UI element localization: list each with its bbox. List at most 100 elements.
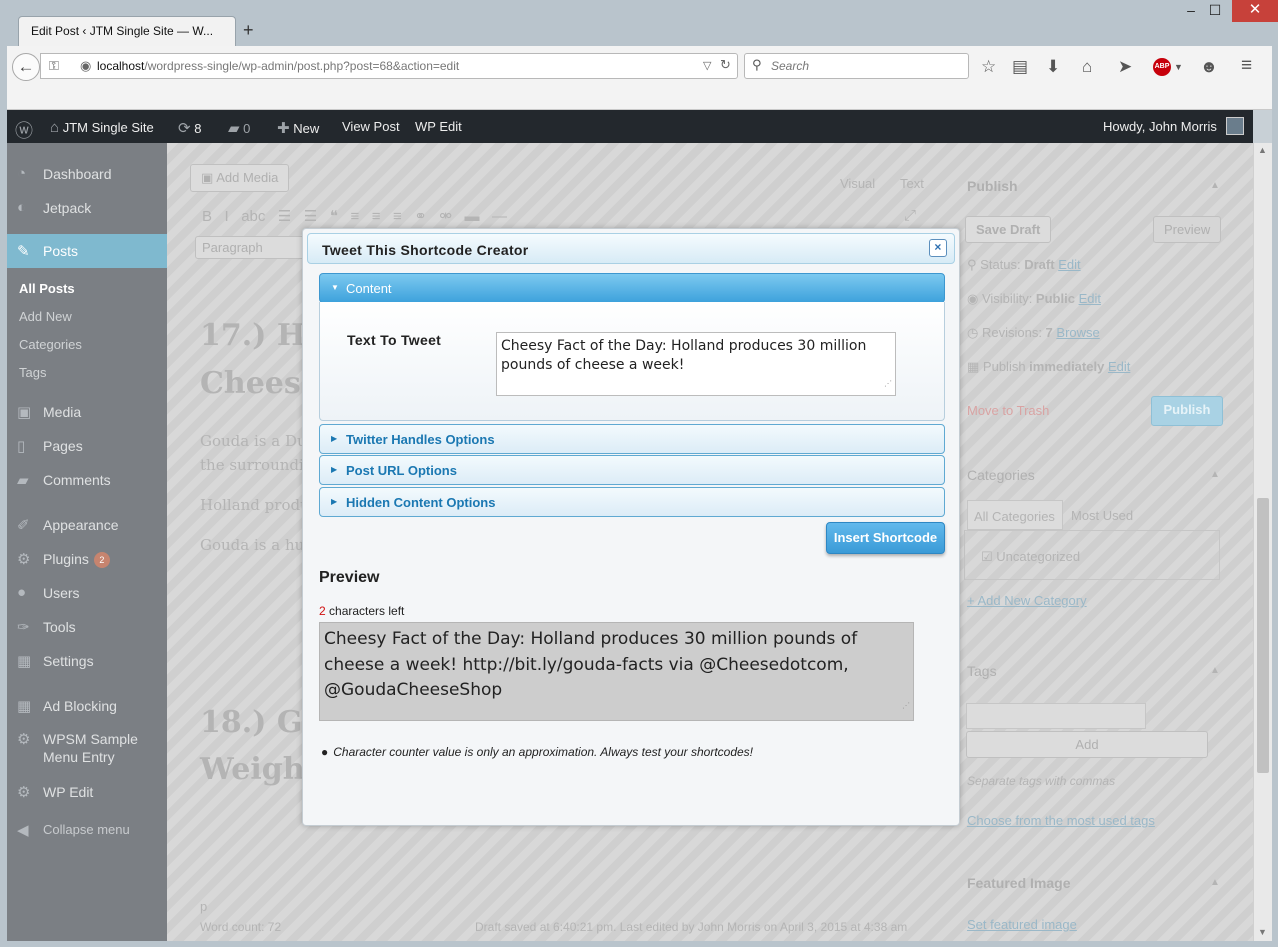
tag-input[interactable] (966, 703, 1146, 729)
strikethrough-icon[interactable]: abc (241, 208, 265, 225)
sidebar-item-tools[interactable]: ✑ Tools (7, 610, 167, 644)
close-icon[interactable]: × (929, 239, 947, 257)
browse-link[interactable]: Browse (1056, 325, 1099, 340)
admin-bar-site[interactable]: ⌂ JTM Single Site (50, 119, 154, 136)
back-button[interactable]: ← (12, 53, 40, 81)
close-icon[interactable]: ✕ (1232, 0, 1278, 22)
send-icon[interactable]: ➤ (1118, 57, 1132, 77)
format-select[interactable]: Paragraph (195, 236, 305, 259)
admin-bar-updates[interactable]: ⟳ 8 (178, 119, 201, 137)
add-new-category-link[interactable]: + Add New Category (967, 593, 1087, 608)
submenu-categories[interactable]: Categories (19, 337, 82, 352)
sidebar-item-comments[interactable]: ▰ Comments (7, 463, 167, 497)
align-right-icon[interactable]: ≡ (393, 208, 402, 225)
sidebar-item-media[interactable]: ▣ Media (7, 395, 167, 429)
checkbox-icon[interactable]: ☑ (981, 549, 993, 564)
resize-grip-icon[interactable]: ⋰ (902, 693, 910, 719)
section-content[interactable]: ▼ Content (319, 273, 945, 303)
sidebar-item-users[interactable]: ● Users (7, 576, 167, 610)
link-icon[interactable]: ⚭ (414, 208, 427, 225)
sidebar-item-pages[interactable]: ▯ Pages (7, 429, 167, 463)
tab-text[interactable]: Text (900, 176, 924, 191)
category-uncategorized[interactable]: ☑ Uncategorized (981, 549, 1080, 565)
submenu-tags[interactable]: Tags (19, 365, 46, 380)
star-icon[interactable]: ☆ (981, 57, 996, 77)
add-media-button[interactable]: ▣ Add Media (190, 164, 290, 192)
choose-tags-link[interactable]: Choose from the most used tags (967, 813, 1155, 828)
sidebar-item-appearance[interactable]: ✐ Appearance (7, 508, 167, 542)
reload-icon[interactable]: ↻ (720, 57, 731, 73)
publish-toggle-icon[interactable]: ▲ (1210, 180, 1220, 191)
sidebar-item-plugins[interactable]: ⚙ Plugins 2 (7, 542, 167, 576)
set-featured-image-link[interactable]: Set featured image (967, 917, 1077, 932)
wordpress-logo-icon[interactable]: ⓦ (15, 117, 33, 143)
categories-toggle-icon[interactable]: ▲ (1210, 469, 1220, 480)
minimize-icon[interactable]: – (1181, 2, 1201, 22)
home-icon[interactable]: ⌂ (1082, 57, 1092, 77)
admin-bar-comments[interactable]: ▰ 0 (228, 119, 250, 137)
scrollbar-thumb[interactable] (1257, 498, 1269, 773)
page-scrollbar[interactable]: ▲ ▼ (1253, 143, 1272, 947)
number-list-icon[interactable]: ☰ (304, 208, 317, 225)
visibility-edit-link[interactable]: Edit (1079, 291, 1101, 306)
submenu-all-posts[interactable]: All Posts (19, 281, 75, 296)
more-icon[interactable]: ▬ (464, 208, 479, 225)
sidebar-item-jetpack[interactable]: ◐ Jetpack (7, 191, 167, 225)
submenu-add-new[interactable]: Add New (19, 309, 72, 324)
sidebar-item-dashboard[interactable]: ◔ Dashboard (7, 157, 167, 191)
move-to-trash-link[interactable]: Move to Trash (967, 403, 1049, 418)
fullscreen-icon[interactable]: ⤢ (904, 207, 916, 224)
resize-grip-icon[interactable]: ⋰ (884, 374, 892, 393)
preview-button[interactable]: Preview (1153, 216, 1222, 243)
avatar[interactable] (1226, 117, 1244, 135)
insert-shortcode-button[interactable]: Insert Shortcode (826, 522, 945, 554)
tab-all-categories[interactable]: All Categories (967, 500, 1063, 530)
sidebar-item-wp-edit[interactable]: ⚙ WP Edit (7, 775, 167, 809)
bullet-list-icon[interactable]: ☰ (278, 208, 291, 225)
save-draft-button[interactable]: Save Draft (965, 216, 1052, 243)
admin-bar-wp-edit[interactable]: WP Edit (415, 119, 462, 134)
admin-bar-howdy[interactable]: Howdy, John Morris (1103, 119, 1217, 134)
reading-list-icon[interactable]: ▤ (1012, 57, 1028, 77)
address-bar[interactable]: ⚿ ◉ localhost/wordpress-single/wp-admin/… (40, 53, 738, 79)
status-edit-link[interactable]: Edit (1058, 257, 1080, 272)
sidebar-item-settings[interactable]: ▦ Settings (7, 644, 167, 678)
hr-icon[interactable]: — (492, 208, 507, 225)
align-left-icon[interactable]: ≡ (350, 208, 359, 225)
italic-icon[interactable]: I (225, 208, 229, 225)
featured-toggle-icon[interactable]: ▲ (1210, 877, 1220, 888)
text-to-tweet-input[interactable]: Cheesy Fact of the Day: Holland produces… (496, 332, 896, 396)
quote-icon[interactable]: ❝ (330, 208, 338, 225)
tags-toggle-icon[interactable]: ▲ (1210, 665, 1220, 676)
search-input[interactable]: ⚲ Search (744, 53, 969, 79)
maximize-icon[interactable]: ☐ (1205, 2, 1225, 22)
unlink-icon[interactable]: ⚮ (439, 208, 452, 225)
bold-icon[interactable]: B (202, 208, 212, 225)
smiley-icon[interactable]: ☻ (1200, 57, 1218, 77)
align-center-icon[interactable]: ≡ (372, 208, 381, 225)
schedule-edit-link[interactable]: Edit (1108, 359, 1130, 374)
sidebar-item-wpsm[interactable]: ⚙ WPSM Sample Menu Entry (7, 723, 167, 765)
scroll-down-icon[interactable]: ▼ (1258, 927, 1267, 937)
adblock-icon[interactable]: ABP (1153, 58, 1171, 76)
tab-visual[interactable]: Visual (840, 176, 875, 191)
chevron-down-icon[interactable]: ▼ (1174, 62, 1183, 72)
word-count: Word count: 72 (200, 920, 282, 934)
section-hidden-content[interactable]: ▶ Hidden Content Options (319, 487, 945, 517)
scroll-up-icon[interactable]: ▲ (1258, 145, 1267, 155)
admin-bar-view-post[interactable]: View Post (342, 119, 400, 134)
publish-button[interactable]: Publish (1151, 396, 1223, 426)
section-twitter-handles[interactable]: ▶ Twitter Handles Options (319, 424, 945, 454)
new-tab-button[interactable]: + (243, 20, 254, 41)
sidebar-item-posts[interactable]: ✎ Posts (7, 234, 167, 268)
tab-most-used[interactable]: Most Used (1071, 508, 1133, 523)
menu-icon[interactable]: ≡ (1241, 55, 1252, 77)
dropdown-arrow-icon[interactable]: ▽ (703, 59, 711, 72)
add-tag-button[interactable]: Add (966, 731, 1208, 758)
download-icon[interactable]: ⬇ (1046, 57, 1060, 77)
section-post-url[interactable]: ▶ Post URL Options (319, 455, 945, 485)
collapse-menu[interactable]: ◀ Collapse menu (7, 813, 167, 847)
admin-bar-new[interactable]: ✚ New (277, 119, 319, 137)
browser-tab[interactable]: Edit Post ‹ JTM Single Site — W... (18, 16, 236, 46)
sidebar-item-ad-blocking[interactable]: ▦ Ad Blocking (7, 689, 167, 723)
